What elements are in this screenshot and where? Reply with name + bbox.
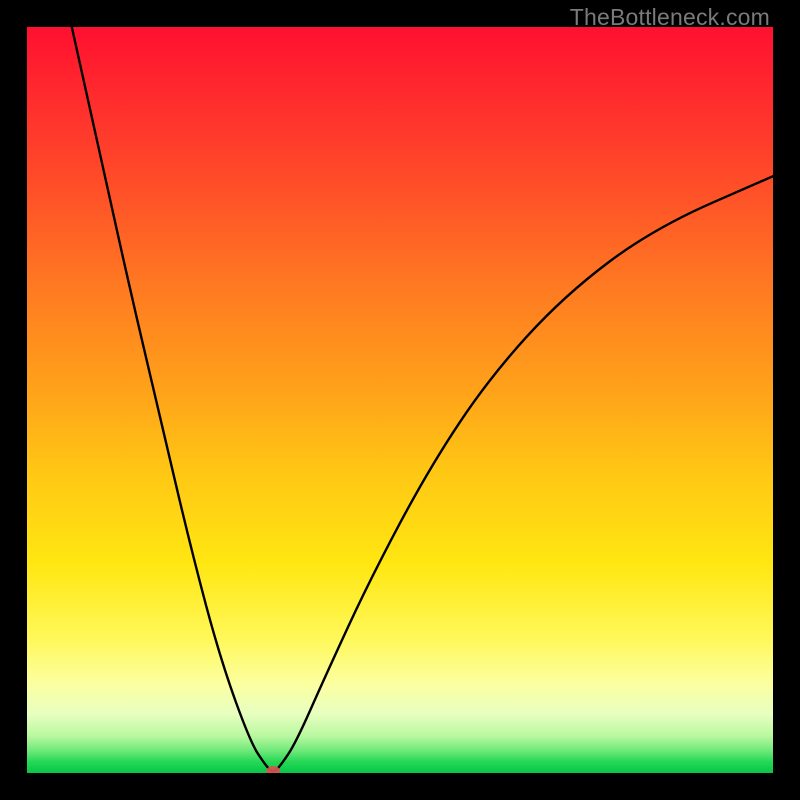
bottleneck-curve bbox=[72, 27, 773, 771]
plot-area bbox=[27, 27, 773, 773]
watermark-text: TheBottleneck.com bbox=[570, 4, 770, 31]
curve-layer bbox=[27, 27, 773, 773]
chart-frame: TheBottleneck.com bbox=[0, 0, 800, 800]
